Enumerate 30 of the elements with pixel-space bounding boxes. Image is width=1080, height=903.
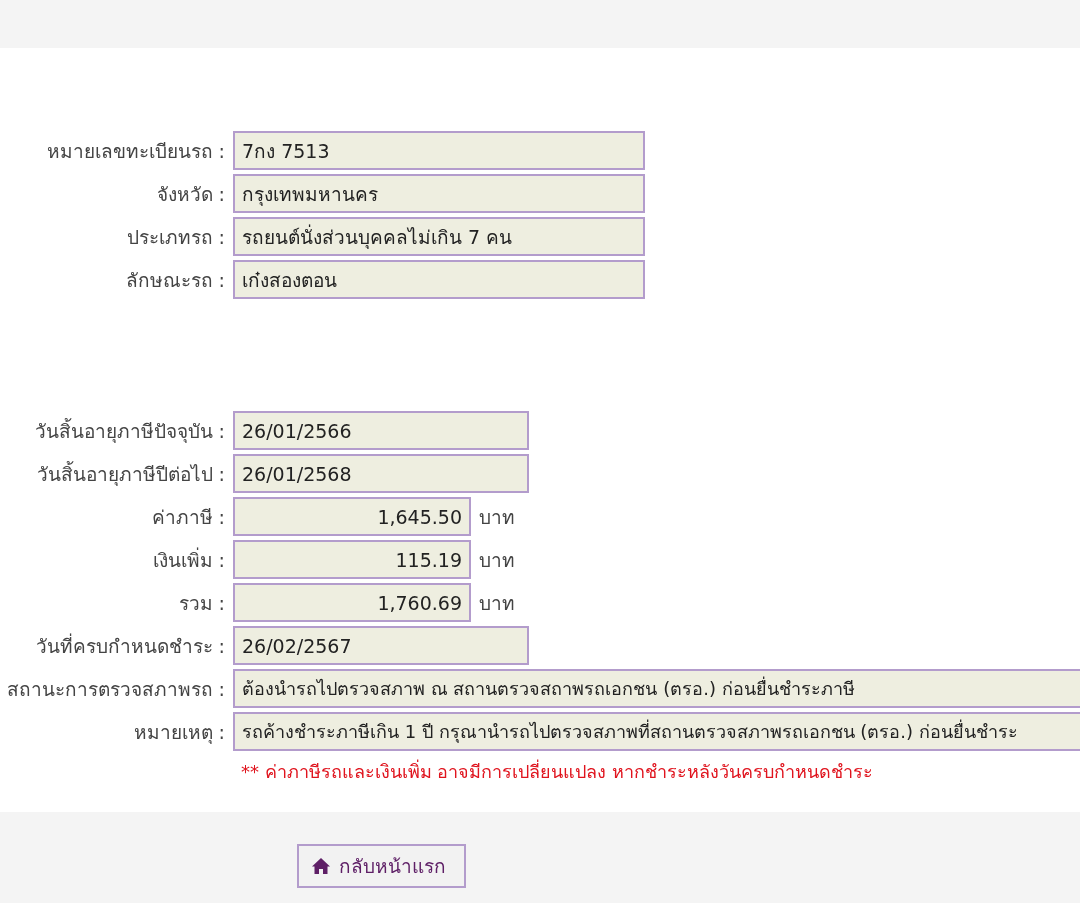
readonly-field: 26/01/2568 — [233, 454, 529, 493]
readonly-field: 115.19 — [233, 540, 471, 579]
field-label: จังหวัด : — [155, 181, 225, 207]
readonly-field: 1,760.69 — [233, 583, 471, 622]
field-label: หมายเลขทะเบียนรถ : — [45, 138, 225, 164]
warning-text: ** ค่าภาษีรถและเงินเพิ่ม อาจมีการเปลี่ยนแปลง หากชำระหลังวันครบกำหนดชำระ — [241, 761, 874, 782]
readonly-field: กรุงเทพมหานคร — [233, 174, 645, 213]
field-label: เงินเพิ่ม : — [151, 546, 225, 573]
readonly-field: 1,645.50 — [233, 497, 471, 536]
field-label: ค่าภาษี : — [150, 504, 225, 530]
readonly-field: 26/01/2566 — [233, 411, 529, 450]
field-label: หมายเหตุ : — [132, 719, 225, 746]
readonly-field: เก๋งสองตอน — [233, 260, 645, 299]
readonly-field: ต้องนำรถไปตรวจสภาพ ณ สถานตรวจสถาพรถเอกชน (ตรอ.) ก่อนยื่นชำระภาษี — [233, 669, 1080, 708]
field-label: วันที่ครบกำหนดชำระ : — [34, 632, 225, 659]
readonly-field: 7กง 7513 — [233, 131, 645, 170]
field-label: วันสิ้นอายุภาษีปีต่อไป : — [35, 460, 225, 488]
home-button[interactable]: กลับหน้าแรก — [297, 844, 466, 888]
field-label: ประเภทรถ : — [125, 224, 225, 250]
readonly-field: รถค้างชำระภาษีเกิน 1 ปี กรุณานำรถไปตรวจสภาพที่สถานตรวจสภาพรถเอกชน (ตรอ.) ก่อนยื่นชำระ — [233, 712, 1080, 751]
field-label: สถานะการตรวจสภาพรถ : — [5, 676, 225, 702]
readonly-field: 26/02/2567 — [233, 626, 529, 665]
field-label: รวม : — [177, 590, 225, 616]
field-label: ลักษณะรถ : — [124, 267, 225, 293]
home-icon — [311, 857, 331, 875]
readonly-field: รถยนต์นั่งส่วนบุคคลไม่เกิน 7 คน — [233, 217, 645, 256]
unit-label: บาท — [479, 547, 515, 573]
unit-label: บาท — [479, 590, 515, 616]
unit-label: บาท — [479, 504, 515, 530]
field-label: วันสิ้นอายุภาษีปัจจุบัน : — [33, 417, 225, 445]
